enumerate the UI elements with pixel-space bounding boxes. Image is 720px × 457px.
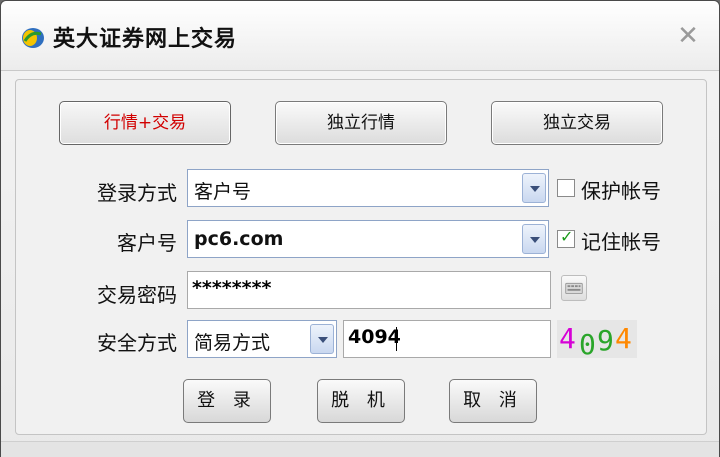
remember-account-checkbox[interactable] [557, 227, 575, 248]
chevron-down-icon[interactable] [522, 224, 546, 254]
chevron-down-icon[interactable] [522, 173, 546, 203]
account-select[interactable]: pc6.com [187, 220, 549, 258]
verification-code-value: 4094 [348, 326, 401, 348]
status-strip [1, 441, 719, 457]
captcha-image[interactable]: 4 0 9 4 [557, 320, 637, 361]
login-method-label: 登录方式 [97, 181, 177, 205]
login-button[interactable]: 登 录 [183, 379, 271, 423]
chevron-down-icon[interactable] [310, 324, 334, 354]
password-value: ******** [192, 277, 272, 299]
login-method-select[interactable]: 客户号 [187, 169, 549, 207]
security-method-value: 简易方式 [194, 332, 271, 354]
captcha-char: 4 [559, 322, 576, 355]
login-method-value: 客户号 [194, 181, 252, 203]
login-window: 英大证券网上交易 ✕ 行情+交易 独立行情 独立交易 登录方式 客户号 保护帐号… [0, 0, 720, 457]
keyboard-icon[interactable] [561, 275, 587, 301]
account-label: 客户号 [117, 231, 177, 255]
window-title: 英大证券网上交易 [53, 27, 238, 52]
captcha-char: 0 [579, 328, 596, 361]
mode-quote-trade-button[interactable]: 行情+交易 [59, 101, 231, 145]
mode-trade-only-button[interactable]: 独立交易 [491, 101, 663, 145]
protect-account-label: 保护帐号 [581, 179, 661, 203]
text-cursor [396, 327, 397, 351]
account-value: pc6.com [194, 228, 284, 250]
title-bar: 英大证券网上交易 ✕ [1, 1, 719, 71]
cancel-button[interactable]: 取 消 [449, 379, 537, 423]
app-logo-icon [22, 28, 44, 48]
password-label: 交易密码 [97, 283, 177, 307]
security-label: 安全方式 [97, 331, 177, 355]
captcha-char: 4 [615, 322, 632, 355]
remember-account-label: 记住帐号 [581, 230, 661, 254]
protect-account-checkbox[interactable] [557, 179, 575, 197]
security-method-select[interactable]: 简易方式 [187, 320, 337, 358]
close-icon[interactable]: ✕ [673, 21, 703, 51]
mode-quote-only-button[interactable]: 独立行情 [275, 101, 447, 145]
offline-button[interactable]: 脱 机 [317, 379, 405, 423]
password-input[interactable]: ******** [187, 271, 551, 309]
captcha-char: 9 [597, 324, 614, 357]
verification-code-input[interactable]: 4094 [343, 320, 551, 358]
